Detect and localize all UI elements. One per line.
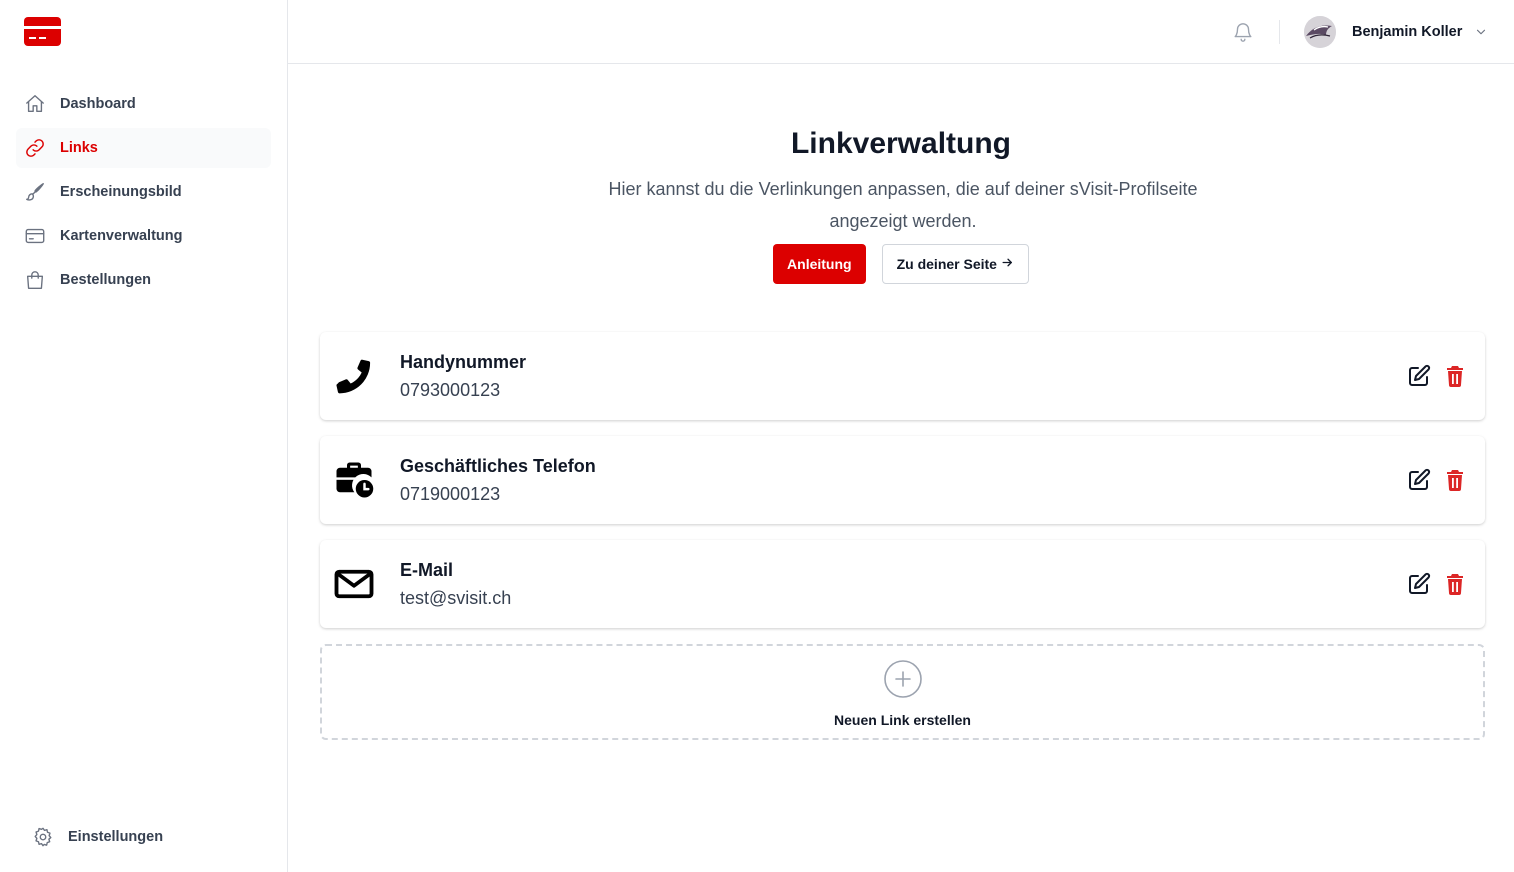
sidebar-item-label: Dashboard [60, 96, 136, 112]
user-name: Benjamin Koller [1352, 24, 1463, 40]
user-menu[interactable]: Benjamin Koller [1304, 16, 1488, 48]
sidebar-item-label: Bestellungen [60, 272, 152, 288]
link-list: Handynummer 0793000123 Geschäftliches Te… [320, 332, 1485, 644]
link-value: 0793000123 [400, 380, 501, 400]
link-value: 0719000123 [400, 484, 501, 504]
chevron-down-icon [1474, 25, 1488, 39]
trash-icon[interactable] [1443, 572, 1467, 596]
trash-icon[interactable] [1443, 468, 1467, 492]
link-card[interactable]: Handynummer 0793000123 [320, 332, 1485, 420]
sidebar-item-label: Erscheinungsbild [60, 184, 182, 200]
top-header: Benjamin Koller [288, 0, 1514, 64]
link-value: test@svisit.ch [400, 588, 512, 608]
credit-card-icon [24, 225, 46, 247]
link-title: Handynummer [400, 352, 527, 372]
business-phone-icon [333, 459, 375, 501]
view-page-label: Zu deiner Seite [896, 256, 997, 272]
link-card[interactable]: E-Mail test@svisit.ch [320, 540, 1485, 628]
sidebar-item-label: Kartenverwaltung [60, 228, 183, 244]
sidebar-item-dashboard[interactable]: Dashboard [16, 84, 271, 124]
sidebar: Dashboard Links Erscheinungsbild Kartenv… [0, 0, 288, 872]
sidebar-nav: Dashboard Links Erscheinungsbild Kartenv… [16, 84, 271, 304]
link-actions [1407, 468, 1467, 492]
trash-icon[interactable] [1443, 364, 1467, 388]
sidebar-item-orders[interactable]: Bestellungen [16, 260, 271, 300]
phone-icon [333, 355, 375, 397]
home-icon [24, 93, 46, 115]
avatar [1304, 16, 1336, 48]
view-page-button[interactable]: Zu deiner Seite [881, 244, 1029, 284]
envelope-icon [333, 563, 375, 605]
brand-logo[interactable] [24, 17, 61, 46]
sidebar-item-card-management[interactable]: Kartenverwaltung [16, 216, 271, 256]
add-link-label: Neuen Link erstellen [834, 712, 971, 728]
link-actions [1407, 364, 1467, 388]
link-title: E-Mail [400, 560, 454, 580]
shopping-bag-icon [24, 269, 46, 291]
page-title: Linkverwaltung [790, 127, 1012, 160]
link-actions [1407, 572, 1467, 596]
sidebar-item-label: Links [60, 140, 98, 156]
action-buttons: Anleitung Zu deiner Seite [288, 244, 1514, 284]
link-card[interactable]: Geschäftliches Telefon 0719000123 [320, 436, 1485, 524]
link-icon [24, 137, 46, 159]
page-description: Hier kannst du die Verlinkungen anpassen… [608, 179, 1198, 231]
sidebar-item-appearance[interactable]: Erscheinungsbild [16, 172, 271, 212]
guide-button[interactable]: Anleitung [773, 244, 866, 284]
sidebar-item-links[interactable]: Links [16, 128, 271, 168]
plus-circle-icon [884, 660, 922, 698]
add-link-button[interactable]: Neuen Link erstellen [320, 644, 1485, 740]
edit-icon[interactable] [1407, 364, 1431, 388]
edit-icon[interactable] [1407, 572, 1431, 596]
header-divider [1279, 20, 1280, 44]
settings-label: Einstellungen [68, 829, 164, 845]
gear-icon [32, 826, 54, 848]
bell-icon[interactable] [1232, 21, 1254, 43]
brush-icon [24, 181, 46, 203]
sidebar-item-settings[interactable]: Einstellungen [32, 826, 163, 848]
arrow-right-icon [1001, 256, 1014, 272]
edit-icon[interactable] [1407, 468, 1431, 492]
link-title: Geschäftliches Telefon [400, 456, 596, 476]
